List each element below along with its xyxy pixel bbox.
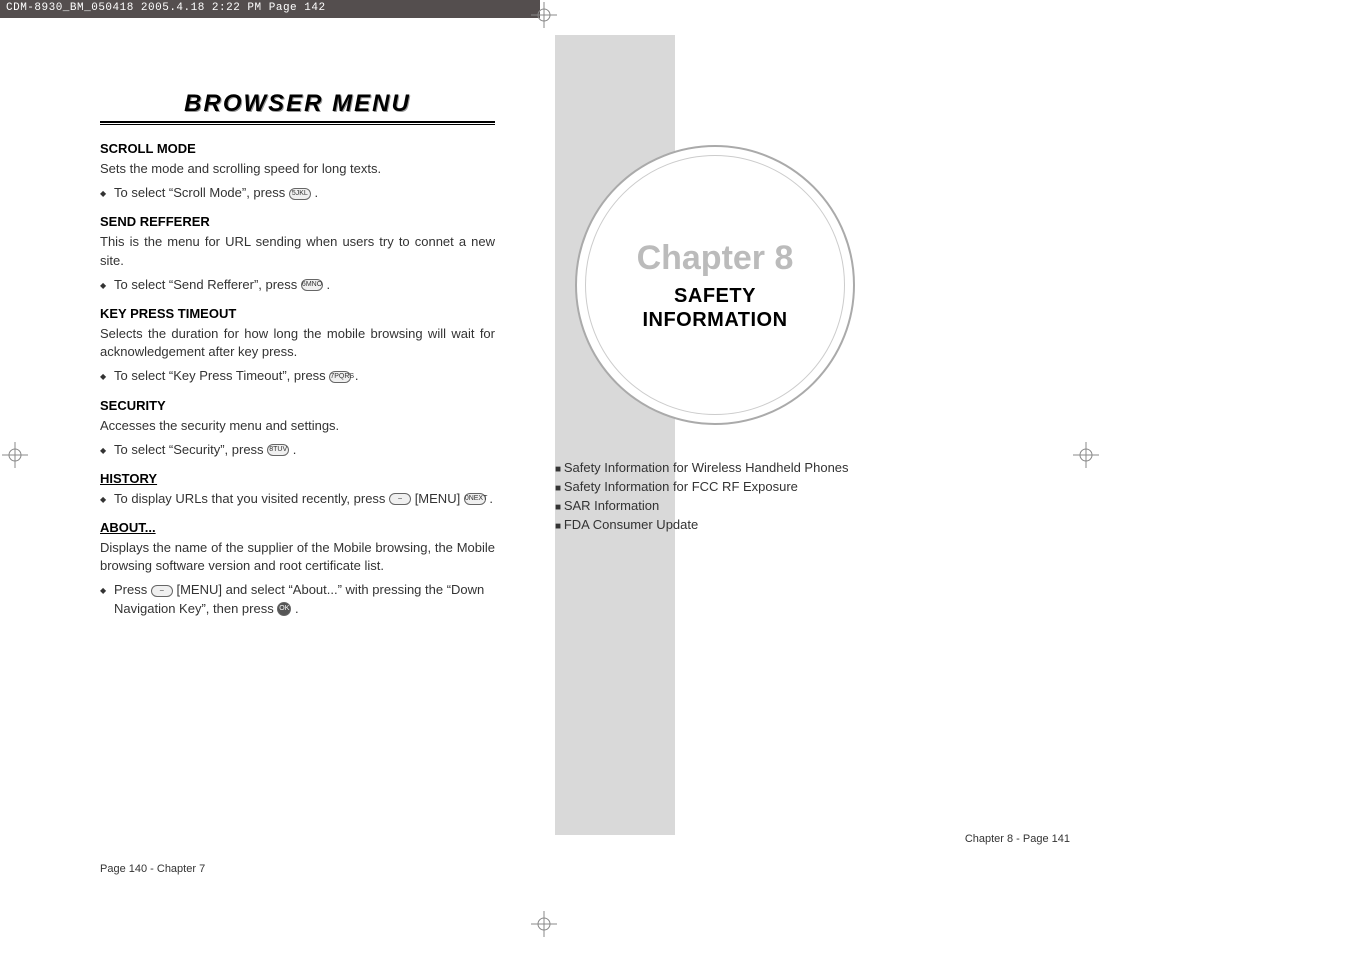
chapter-circle: Chapter 8 SAFETY INFORMATION xyxy=(575,145,855,425)
history-heading: HISTORY xyxy=(100,471,495,486)
left-page-footer: Page 140 - Chapter 7 xyxy=(100,863,205,875)
security-bullet-text: To select “Security”, press xyxy=(114,442,264,457)
send-refferer-heading: SEND REFFERER xyxy=(100,214,495,229)
history-bullet: To display URLs that you visited recentl… xyxy=(100,490,495,508)
page-title: BROWSER MENU xyxy=(100,90,495,118)
header-text: CDM-8930_BM_050418 2005.4.18 2:22 PM Pag… xyxy=(6,2,326,14)
softkey-icon: – xyxy=(389,493,411,505)
print-header: CDM-8930_BM_050418 2005.4.18 2:22 PM Pag… xyxy=(0,0,540,18)
scroll-mode-desc: Sets the mode and scrolling speed for lo… xyxy=(100,160,495,178)
ok-key-icon: OK xyxy=(277,602,291,616)
about-bullet-prefix: Press xyxy=(114,582,147,597)
scroll-mode-bullet-text: To select “Scroll Mode”, press xyxy=(114,185,285,200)
security-desc: Accesses the security menu and settings. xyxy=(100,417,495,435)
chapter-title-line1: SAFETY xyxy=(674,285,756,307)
toc-item: Safety Information for FCC RF Exposure xyxy=(555,479,849,494)
security-bullet: To select “Security”, press 8TUV . xyxy=(100,441,495,459)
key-8-icon: 8TUV xyxy=(267,444,289,456)
send-refferer-bullet: To select “Send Refferer”, press 6MNO . xyxy=(100,276,495,294)
about-heading: ABOUT... xyxy=(100,520,495,535)
chapter-title-line2: INFORMATION xyxy=(642,309,787,331)
page-spread: BROWSER MENU SCROLL MODE Sets the mode a… xyxy=(60,30,1100,875)
right-page-footer: Chapter 8 - Page 141 xyxy=(965,833,1070,845)
send-refferer-bullet-text: To select “Send Refferer”, press xyxy=(114,277,297,292)
key-7-icon: 7PQRS xyxy=(329,371,351,383)
key-press-timeout-heading: KEY PRESS TIMEOUT xyxy=(100,306,495,321)
key-0-icon: 0NEXT xyxy=(464,493,486,505)
left-page: BROWSER MENU SCROLL MODE Sets the mode a… xyxy=(60,30,540,875)
history-menu-label: [MENU] xyxy=(415,491,461,506)
toc-list: Safety Information for Wireless Handheld… xyxy=(555,460,849,536)
security-heading: SECURITY xyxy=(100,398,495,413)
registration-mark-left-icon xyxy=(0,440,30,470)
key-press-timeout-bullet: To select “Key Press Timeout”, press 7PQ… xyxy=(100,367,495,385)
about-bullet: Press – [MENU] and select “About...” wit… xyxy=(100,581,495,617)
chapter-title: SAFETY INFORMATION xyxy=(642,284,787,332)
send-refferer-desc: This is the menu for URL sending when us… xyxy=(100,233,495,269)
chapter-label: Chapter 8 xyxy=(637,239,794,278)
key-6-icon: 6MNO xyxy=(301,279,323,291)
scroll-mode-heading: SCROLL MODE xyxy=(100,141,495,156)
title-underline xyxy=(100,121,495,125)
toc-item: Safety Information for Wireless Handheld… xyxy=(555,460,849,475)
history-bullet-prefix: To display URLs that you visited recentl… xyxy=(114,491,385,506)
softkey-icon-2: – xyxy=(151,585,173,597)
toc-item: SAR Information xyxy=(555,498,849,513)
scroll-mode-bullet: To select “Scroll Mode”, press 5JKL . xyxy=(100,184,495,202)
toc-item: FDA Consumer Update xyxy=(555,517,849,532)
registration-mark-bottom-icon xyxy=(529,909,559,939)
chapter-circle-inner: Chapter 8 SAFETY INFORMATION xyxy=(585,155,845,415)
key-press-timeout-desc: Selects the duration for how long the mo… xyxy=(100,325,495,361)
gray-sidebar xyxy=(555,35,675,835)
key-press-timeout-bullet-text: To select “Key Press Timeout”, press xyxy=(114,368,326,383)
right-page: Chapter 8 SAFETY INFORMATION Safety Info… xyxy=(540,30,1100,875)
about-desc: Displays the name of the supplier of the… xyxy=(100,539,495,575)
key-5-icon: 5JKL xyxy=(289,188,311,200)
